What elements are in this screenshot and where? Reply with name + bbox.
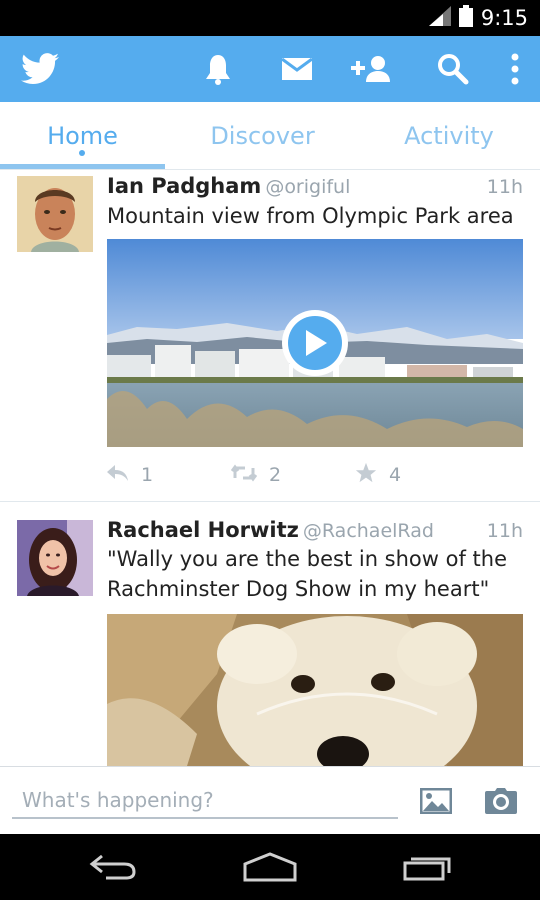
tweet-handle: @RachaelRad: [302, 520, 434, 542]
tab-home[interactable]: Home: [0, 102, 165, 170]
favorite-button[interactable]: 4: [355, 462, 479, 489]
tweet-time: 11h: [486, 520, 523, 542]
composer-bar: [0, 766, 540, 834]
tweet-text: "Wally you are the best in show of the R…: [107, 547, 508, 601]
avatar[interactable]: [17, 176, 93, 252]
battery-icon: [458, 5, 473, 31]
tab-bar: Home Discover Activity: [0, 102, 540, 170]
messages-icon[interactable]: [277, 36, 317, 102]
tweet-actions: 1 2 4: [107, 460, 479, 490]
notifications-icon[interactable]: [198, 36, 238, 102]
avatar[interactable]: [17, 520, 93, 596]
home-icon[interactable]: [220, 834, 320, 900]
status-bar: 9:15: [0, 0, 540, 36]
gallery-icon[interactable]: [416, 781, 456, 821]
overflow-menu-icon[interactable]: [500, 36, 530, 102]
add-user-icon[interactable]: [348, 36, 394, 102]
back-icon[interactable]: [62, 834, 162, 900]
tab-activity[interactable]: Activity: [366, 102, 532, 170]
tweet-text: Mountain view from Olympic Park area: [107, 204, 514, 228]
retweet-icon: [230, 464, 258, 487]
reply-icon: [107, 464, 129, 486]
divider: [0, 501, 540, 502]
tweet-author[interactable]: Rachael Horwitz @RachaelRad: [107, 518, 434, 542]
signal-icon: [428, 6, 451, 30]
tab-active-underline: [0, 164, 165, 169]
search-icon[interactable]: [433, 36, 473, 102]
recent-apps-icon[interactable]: [378, 834, 478, 900]
tweet-video[interactable]: [107, 239, 523, 447]
action-bar: [0, 36, 540, 102]
timeline[interactable]: Ian Padgham @origiful 11h Mountain view f…: [0, 170, 540, 766]
twitter-logo-icon[interactable]: [20, 36, 60, 102]
navigation-bar: [0, 834, 540, 900]
tab-discover[interactable]: Discover: [180, 102, 345, 170]
reply-button[interactable]: 1: [107, 464, 231, 486]
tweet-photo[interactable]: [107, 614, 523, 766]
compose-input[interactable]: [12, 783, 398, 819]
retweet-button[interactable]: 2: [230, 464, 355, 487]
tweet-author[interactable]: Ian Padgham @origiful: [107, 174, 350, 198]
star-icon: [355, 462, 377, 489]
tweet-time: 11h: [486, 176, 523, 198]
camera-icon[interactable]: [481, 781, 521, 821]
tab-unread-indicator: [79, 150, 85, 156]
tweet-handle: @origiful: [265, 176, 351, 198]
status-time: 9:15: [480, 6, 528, 30]
